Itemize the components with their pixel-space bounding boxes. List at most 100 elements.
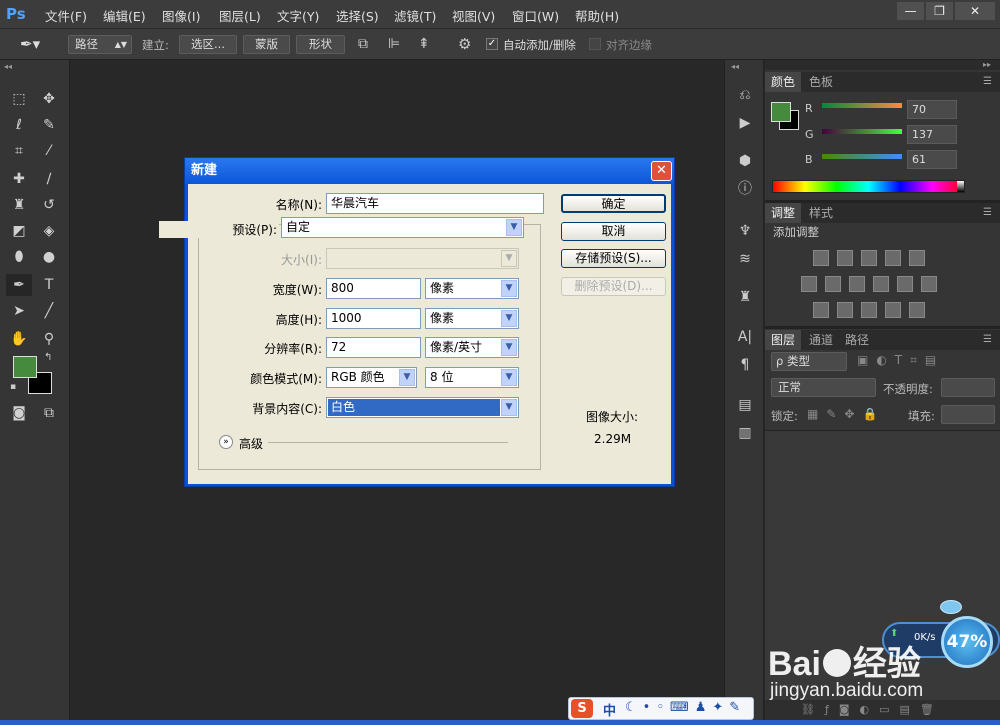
opacity-input[interactable]: [941, 378, 995, 397]
actions-panel-icon[interactable]: ▶: [733, 112, 757, 134]
color-lookup-icon[interactable]: [921, 276, 937, 292]
shape-button[interactable]: 形状: [296, 35, 345, 54]
save-preset-button[interactable]: 存储预设(S)...: [561, 249, 666, 268]
panel-menu-icon[interactable]: ☰: [983, 76, 992, 87]
tab-swatches[interactable]: 色板: [803, 72, 839, 92]
spectrum-bw[interactable]: [957, 181, 964, 192]
bitdepth-select[interactable]: 8 位 ▼: [425, 367, 519, 388]
brush-panel-icon[interactable]: ≋: [733, 248, 757, 270]
restore-button[interactable]: ❐: [926, 2, 953, 20]
gradient-map-icon[interactable]: [885, 302, 901, 318]
pen-tool-icon[interactable]: ✒▾: [20, 35, 44, 55]
size-select[interactable]: ▼: [326, 248, 519, 269]
menu-filter[interactable]: 滤镜(T): [394, 6, 436, 25]
layers-footer-icons[interactable]: ⛓ƒ◙◐▭▤🗑: [765, 700, 1000, 720]
height-unit-select[interactable]: 像素 ▼: [425, 308, 519, 329]
clone-source-icon[interactable]: ♜: [733, 286, 757, 308]
layer-comps-icon[interactable]: ▤: [733, 394, 757, 416]
selective-color-icon[interactable]: [909, 302, 925, 318]
tab-paths[interactable]: 路径: [839, 330, 875, 350]
collapse-toolbar-icon[interactable]: ◂◂: [4, 62, 12, 71]
type-tool-icon[interactable]: T: [36, 274, 62, 296]
g-slider[interactable]: [822, 129, 902, 134]
paragraph-panel-icon[interactable]: ¶: [733, 354, 757, 376]
notes-panel-icon[interactable]: ▥: [733, 422, 757, 444]
resolution-unit-select[interactable]: 像素/英寸 ▼: [425, 337, 519, 358]
tab-color[interactable]: 颜色: [765, 72, 802, 92]
eyedropper-tool-icon[interactable]: ⁄: [36, 140, 62, 162]
color-panel-foreground[interactable]: [771, 102, 791, 122]
move-tool-icon[interactable]: ✥: [36, 88, 62, 110]
b-slider[interactable]: [822, 154, 902, 159]
menu-view[interactable]: 视图(V): [452, 6, 495, 25]
swap-colors-icon[interactable]: ↰: [44, 352, 52, 363]
b-value[interactable]: 61: [907, 150, 957, 169]
paint-bucket-tool-icon[interactable]: ◈: [36, 220, 62, 242]
3d-panel-icon[interactable]: ⬢: [733, 150, 757, 172]
quick-select-tool-icon[interactable]: ✎: [36, 114, 62, 136]
close-app-button[interactable]: ✕: [955, 2, 995, 20]
path-arrange-icon[interactable]: ⇞: [418, 36, 430, 52]
marquee-tool-icon[interactable]: ⬚: [6, 88, 32, 110]
height-input[interactable]: 1000: [326, 308, 421, 329]
auto-add-delete-checkbox[interactable]: ✓: [486, 38, 498, 50]
tab-layers[interactable]: 图层: [765, 330, 802, 350]
color-spectrum-bar[interactable]: [772, 180, 965, 193]
menu-layer[interactable]: 图层(L): [219, 6, 261, 25]
history-panel-icon[interactable]: ⎌: [733, 84, 757, 106]
tab-adjustments[interactable]: 调整: [765, 203, 802, 223]
gear-icon[interactable]: ⚙: [458, 35, 471, 53]
invert-icon[interactable]: [813, 302, 829, 318]
g-value[interactable]: 137: [907, 125, 957, 144]
exposure-icon[interactable]: [885, 250, 901, 266]
cancel-button[interactable]: 取消: [561, 222, 666, 241]
r-value[interactable]: 70: [907, 100, 957, 119]
ime-mode-label[interactable]: 中: [603, 700, 616, 719]
preset-select[interactable]: 自定 ▼: [281, 217, 524, 238]
path-mode-select[interactable]: 路径 ▲▼: [68, 35, 132, 54]
menu-file[interactable]: 文件(F): [45, 6, 87, 25]
path-align-icon[interactable]: ⊫: [388, 36, 400, 52]
blur-tool-icon[interactable]: ⬮: [6, 246, 32, 268]
default-colors-icon[interactable]: ▪: [10, 382, 16, 392]
menu-image[interactable]: 图像(I): [162, 6, 200, 25]
collapse-strip-icon[interactable]: ◂◂: [731, 62, 739, 71]
menu-type[interactable]: 文字(Y): [277, 6, 319, 25]
posterize-icon[interactable]: [837, 302, 853, 318]
colormode-select[interactable]: RGB 颜色 ▼: [326, 367, 417, 388]
lock-icons[interactable]: ▦✎✥🔒: [807, 407, 885, 421]
hue-saturation-icon[interactable]: [801, 276, 817, 292]
r-slider[interactable]: [822, 103, 902, 108]
crop-tool-icon[interactable]: ⌗: [6, 140, 32, 162]
panel-menu-icon[interactable]: ☰: [983, 334, 992, 345]
brightness-contrast-icon[interactable]: [813, 250, 829, 266]
menu-select[interactable]: 选择(S): [336, 6, 379, 25]
brush-presets-icon[interactable]: ♆: [733, 220, 757, 242]
photo-filter-icon[interactable]: [873, 276, 889, 292]
align-edges-checkbox[interactable]: [589, 38, 601, 50]
menu-window[interactable]: 窗口(W): [512, 6, 559, 25]
menu-edit[interactable]: 编辑(E): [103, 6, 146, 25]
curves-icon[interactable]: [861, 250, 877, 266]
healing-brush-tool-icon[interactable]: ✚: [6, 168, 32, 190]
mask-button[interactable]: 蒙版: [243, 35, 290, 54]
advanced-label[interactable]: 高级: [239, 435, 263, 452]
dodge-tool-icon[interactable]: ●: [36, 246, 62, 268]
minimize-button[interactable]: —: [897, 2, 924, 20]
info-panel-icon[interactable]: ⓘ: [733, 178, 757, 200]
brush-tool-icon[interactable]: ∕: [36, 168, 62, 190]
pen-tool-icon[interactable]: ✒: [6, 274, 32, 296]
layer-kind-select[interactable]: ρ 类型: [771, 352, 847, 371]
panel-menu-icon[interactable]: ☰: [983, 207, 992, 218]
selection-button[interactable]: 选区...: [179, 35, 237, 54]
eraser-tool-icon[interactable]: ◩: [6, 220, 32, 242]
width-input[interactable]: 800: [326, 278, 421, 299]
line-tool-icon[interactable]: ╱: [36, 300, 62, 322]
width-unit-select[interactable]: 像素 ▼: [425, 278, 519, 299]
memory-percent-ball[interactable]: 47%: [941, 616, 993, 668]
character-panel-icon[interactable]: A|: [733, 326, 757, 348]
bgcontent-select[interactable]: 白色 ▼: [326, 397, 519, 418]
dialog-close-button[interactable]: ✕: [651, 161, 672, 181]
ime-toolbar[interactable]: S 中 ☾•◦⌨♟✦✎: [568, 697, 754, 720]
screen-mode-icon[interactable]: ⧉: [36, 402, 62, 424]
